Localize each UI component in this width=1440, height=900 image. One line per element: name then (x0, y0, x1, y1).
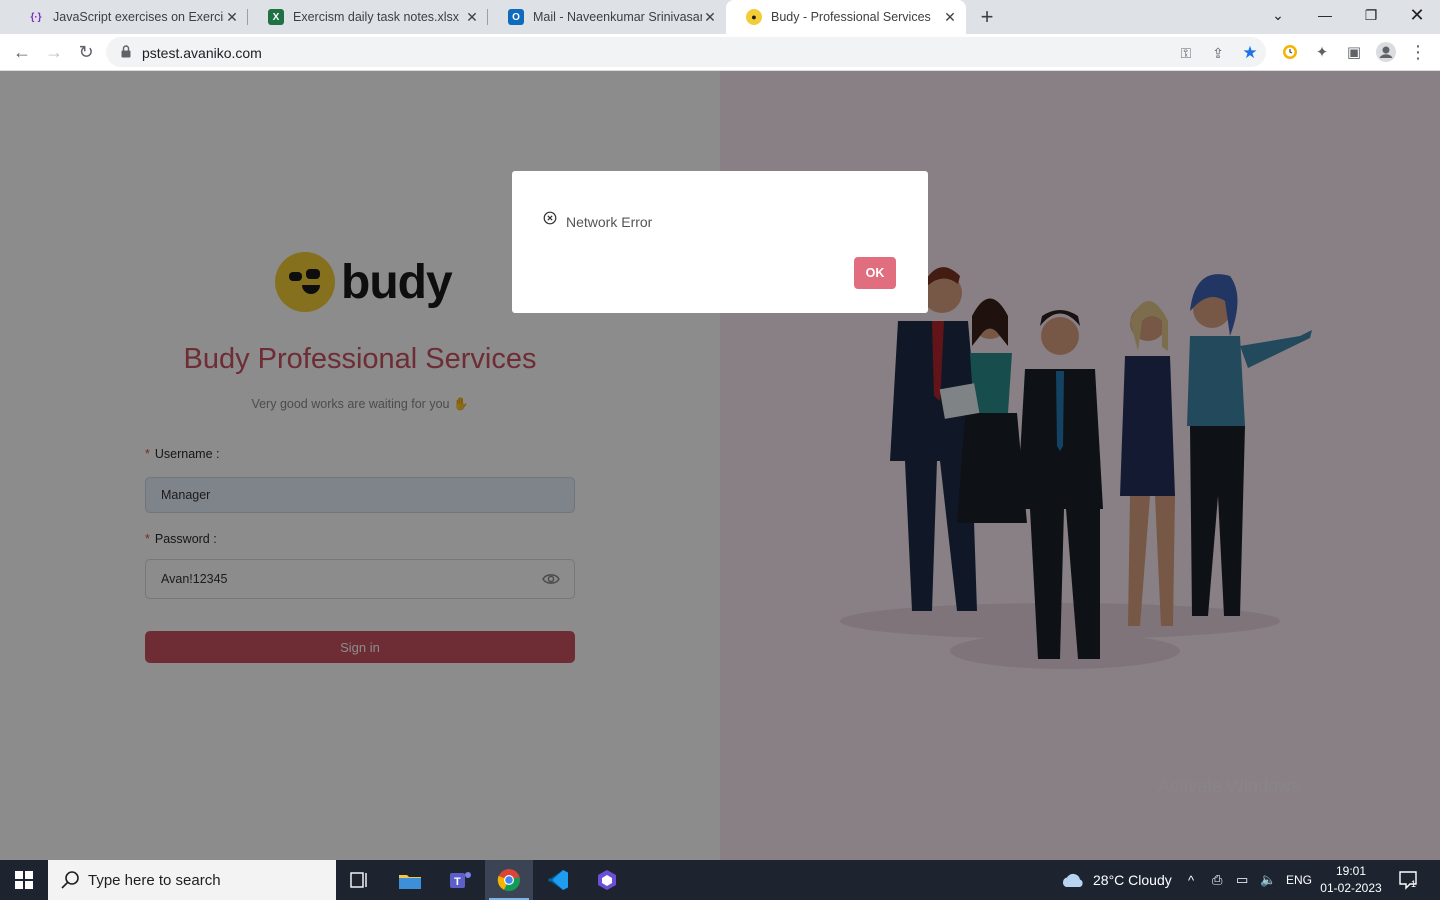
close-window-button[interactable]: ✕ (1394, 0, 1440, 30)
extension-clock-icon[interactable] (1279, 41, 1301, 63)
start-button[interactable] (0, 860, 48, 900)
tab-title: Budy - Professional Services (771, 10, 931, 24)
file-explorer-icon[interactable] (386, 860, 434, 900)
clock[interactable]: 19:01 01-02-2023 (1318, 863, 1384, 897)
vscode-icon[interactable] (534, 860, 582, 900)
close-icon[interactable]: ✕ (942, 9, 958, 25)
ok-button[interactable]: OK (854, 257, 896, 289)
windows-taskbar: Type here to search T 28°C Cloudy ^ ⎙ ▭ … (0, 860, 1440, 900)
windows-logo-icon (15, 871, 33, 889)
tab-search-icon[interactable]: ⌄ (1255, 0, 1301, 30)
chrome-icon[interactable] (485, 860, 533, 900)
excel-icon: X (268, 9, 284, 25)
key-icon[interactable]: ⚿ (1176, 43, 1196, 63)
exercism-icon: {·} (30, 11, 42, 23)
teams-icon[interactable]: T (436, 860, 484, 900)
cloud-icon (1062, 873, 1083, 887)
lock-icon (121, 45, 131, 58)
time-text: 19:01 (1335, 864, 1367, 878)
show-hidden-icons[interactable]: ^ (1188, 860, 1194, 900)
taskbar-search[interactable]: Type here to search (48, 860, 336, 900)
network-icon[interactable]: ▭ (1236, 860, 1248, 900)
new-tab-button[interactable]: + (975, 4, 999, 29)
tab-excel[interactable]: X Exercism daily task notes.xlsx ✕ (248, 0, 488, 34)
close-icon[interactable]: ✕ (224, 9, 240, 25)
budy-favicon-icon: ● (746, 9, 762, 25)
extensions-puzzle-icon[interactable]: ✦ (1311, 41, 1333, 63)
error-circle-icon (543, 211, 557, 225)
browser-toolbar: ← → ↻ pstest.avaniko.com ⚿ ⇪ ★ ✦ ▣ ⋮ (0, 34, 1440, 71)
restore-button[interactable]: ❐ (1348, 0, 1394, 30)
notification-center-icon[interactable]: 1 (1398, 860, 1417, 900)
close-icon[interactable]: ✕ (464, 9, 480, 25)
date-text: 01-02-2023 (1320, 881, 1382, 895)
search-icon (61, 871, 79, 889)
back-button[interactable]: ← (10, 40, 34, 64)
notification-count: 1 (1411, 879, 1417, 889)
meet-now-icon[interactable]: ⎙ (1212, 860, 1222, 900)
tab-title: JavaScript exercises on Exercism (53, 10, 224, 24)
close-icon[interactable]: ✕ (702, 9, 718, 25)
tab-title: Exercism daily task notes.xlsx (293, 10, 460, 24)
tab-exercism[interactable]: {·} JavaScript exercises on Exercism ✕ (8, 0, 248, 34)
task-view-icon[interactable] (336, 860, 384, 900)
menu-kebab-icon[interactable]: ⋮ (1407, 41, 1429, 63)
tab-outlook[interactable]: O Mail - Naveenkumar Srinivasan - ✕ (488, 0, 726, 34)
page-content: budy Budy Professional Services Very goo… (0, 71, 1440, 860)
side-panel-icon[interactable]: ▣ (1343, 41, 1365, 63)
search-placeholder: Type here to search (88, 871, 221, 889)
error-modal: Network Error OK (512, 171, 928, 313)
app-icon[interactable] (583, 860, 631, 900)
tab-title: Mail - Naveenkumar Srinivasan - (533, 10, 702, 24)
volume-icon[interactable]: 🔈 (1260, 860, 1276, 900)
tab-budy[interactable]: ● Budy - Professional Services ✕ (726, 0, 966, 34)
bookmark-star-icon[interactable]: ★ (1240, 43, 1260, 63)
address-bar[interactable]: pstest.avaniko.com ⚿ ⇪ ★ (106, 37, 1266, 67)
weather-text: 28°C Cloudy (1093, 872, 1172, 888)
error-message: Network Error (566, 214, 653, 230)
forward-button[interactable]: → (42, 40, 66, 64)
language-indicator[interactable]: ENG (1286, 860, 1312, 900)
reload-button[interactable]: ↻ (74, 40, 98, 64)
outlook-icon: O (508, 9, 524, 25)
svg-text:T: T (454, 876, 461, 888)
url-text: pstest.avaniko.com (142, 45, 262, 61)
weather-widget[interactable]: 28°C Cloudy (1060, 860, 1172, 900)
browser-tab-strip: {·} JavaScript exercises on Exercism ✕ X… (0, 0, 1440, 34)
profile-avatar-icon[interactable] (1375, 41, 1397, 63)
share-icon[interactable]: ⇪ (1208, 43, 1228, 63)
minimize-button[interactable]: — (1302, 0, 1348, 30)
